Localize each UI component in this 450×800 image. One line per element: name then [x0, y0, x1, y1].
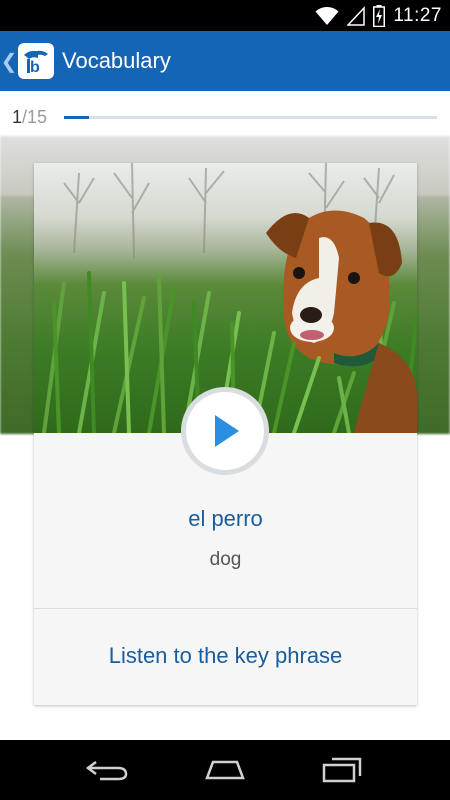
back-nav-icon[interactable]: [78, 750, 138, 790]
recents-nav-icon[interactable]: [312, 750, 372, 790]
progress-current: 1: [12, 106, 23, 127]
progress-total: /15: [22, 106, 48, 127]
vocabulary-word: el perro: [188, 506, 263, 531]
progress-bar-fill: [64, 116, 89, 119]
wifi-icon: [315, 6, 339, 25]
clock: 11:27: [393, 4, 442, 26]
lesson-progress: 1/15: [0, 100, 450, 134]
svg-text:b: b: [30, 59, 40, 75]
page-title: Vocabulary: [62, 48, 171, 73]
home-nav-icon[interactable]: [195, 750, 255, 790]
play-audio-button[interactable]: [181, 387, 269, 475]
battery-charging-icon: [373, 4, 386, 27]
app-logo-icon[interactable]: b: [18, 43, 54, 79]
word-translation: dog: [209, 549, 242, 570]
cell-signal-icon: [347, 5, 366, 26]
chevron-left-icon[interactable]: ❮: [1, 31, 18, 91]
app-bar: ❮ b Vocabulary: [0, 31, 450, 91]
progress-bar: [64, 116, 437, 119]
play-icon: [215, 415, 239, 447]
status-bar: 11:27: [0, 0, 450, 31]
system-nav-bar: [0, 740, 450, 800]
vocabulary-card: el perro dog Listen to the key phrase: [34, 163, 417, 705]
listen-key-phrase-button[interactable]: Listen to the key phrase: [34, 609, 417, 703]
